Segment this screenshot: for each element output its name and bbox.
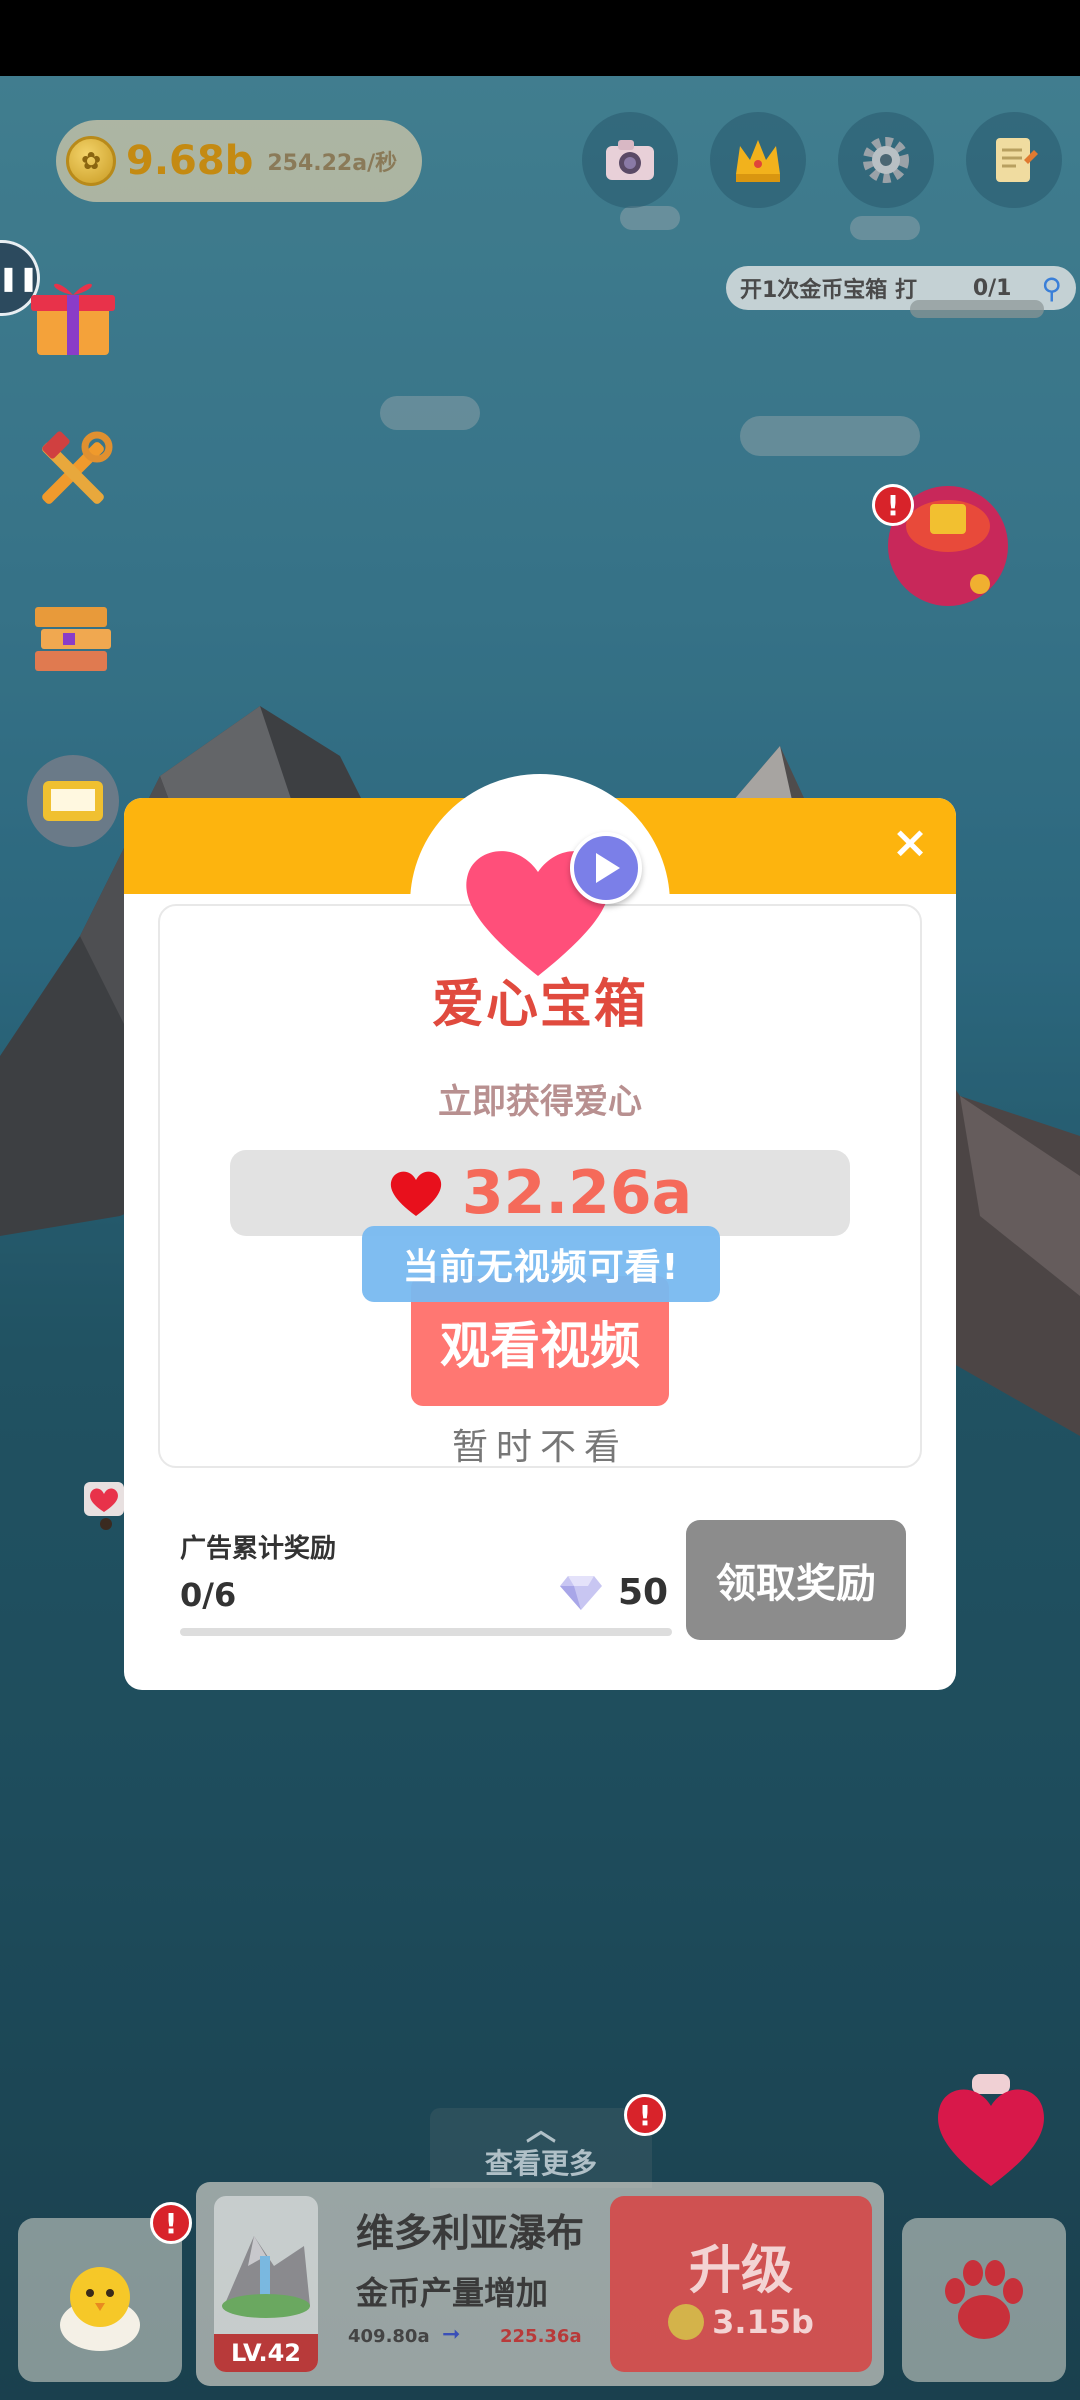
claim-reward-button[interactable]: 领取奖励: [686, 1520, 906, 1640]
production-next: 225.36a: [500, 2326, 582, 2347]
heart-chest-dialog: × 爱心宝箱 立即获得爱心 32.26a 观看视频 当前无视频可看! 暂时不看 …: [124, 774, 956, 1690]
building-name: 维多利亚瀑布: [356, 2211, 585, 2255]
heart-potion-icon[interactable]: [928, 2070, 1054, 2190]
see-more-label: 查看更多: [484, 2147, 597, 2180]
accumulated-count: 0/6: [180, 1576, 237, 1614]
dialog-subtitle: 立即获得爱心: [438, 1082, 642, 1122]
play-icon: [596, 853, 620, 883]
coin-amount: 9.68b: [126, 138, 254, 184]
accumulated-reward-label: 广告累计奖励: [180, 1534, 337, 1564]
chick-icon: [60, 2267, 140, 2351]
paw-button[interactable]: [902, 2218, 1066, 2382]
production-label: 金币产量增加: [356, 2274, 549, 2312]
building-image: [222, 2236, 310, 2318]
books-icon: [35, 607, 111, 671]
ranking-button[interactable]: [710, 112, 806, 208]
arrow-right-icon: ➞: [442, 2322, 461, 2347]
reward-value: 32.26a: [461, 1158, 693, 1228]
accumulated-progress-bar: [180, 1628, 672, 1636]
upgrade-cost: 3.15b: [668, 2303, 814, 2341]
notepad-icon: [996, 138, 1038, 182]
chick-alert-badge: !: [150, 2202, 192, 2244]
task-progress-bar: [910, 300, 1044, 318]
chevron-up-icon: ︿: [526, 2113, 556, 2148]
paw-coin-icon: ✿: [66, 136, 116, 186]
gear-icon: [863, 137, 909, 183]
tools-icon: [42, 431, 113, 504]
production-current: 409.80a: [348, 2326, 430, 2347]
upgrade-label: 升级: [688, 2240, 793, 2301]
coin-rate: 254.22a/秒: [267, 151, 398, 176]
coin-balance-pill: ✿ 9.68b 254.22a/秒: [56, 120, 422, 202]
chick-egg-button[interactable]: [18, 2218, 182, 2382]
see-more-button[interactable]: ︿ 查看更多: [430, 2108, 652, 2188]
no-video-toast: 当前无视频可看!: [362, 1226, 720, 1302]
red-heart-icon: [390, 1171, 442, 1216]
diamond-icon: [560, 1576, 602, 1610]
building-upgrade-panel: LV.42 维多利亚瀑布 金币产量增加 409.80a ➞ 225.36a 升级…: [196, 2182, 884, 2386]
crown-icon: [736, 140, 780, 182]
reward-amount-box: 32.26a: [230, 1150, 850, 1236]
chest-alert-badge: !: [872, 484, 914, 526]
gift-button[interactable]: [18, 260, 128, 370]
accumulated-reward-value: 50: [618, 1572, 669, 1613]
small-heart-marker-icon: [84, 1482, 124, 1530]
see-more-alert-badge: !: [624, 2094, 666, 2136]
dialog-title: 爱心宝箱: [431, 975, 648, 1035]
gift-icon: [31, 283, 115, 355]
tools-button[interactable]: [18, 418, 128, 528]
slot-machine-button[interactable]: [18, 746, 128, 856]
paw-coin-icon: [668, 2303, 705, 2340]
play-video-badge: [570, 832, 642, 904]
camera-button[interactable]: [582, 112, 678, 208]
task-count: 0/1: [972, 275, 1012, 301]
building-thumbnail[interactable]: LV.42: [214, 2196, 318, 2372]
level-tag: LV.42: [214, 2334, 318, 2372]
settings-button[interactable]: [838, 112, 934, 208]
close-icon[interactable]: ×: [886, 817, 934, 868]
search-icon[interactable]: ⚲: [1041, 272, 1062, 305]
slot-machine-icon: [27, 755, 119, 847]
notes-button[interactable]: [966, 112, 1062, 208]
camera-icon: [606, 140, 654, 180]
books-button[interactable]: [18, 584, 128, 694]
upgrade-button[interactable]: 升级 3.15b: [610, 2196, 872, 2372]
paw-icon: [945, 2260, 1023, 2339]
skip-button[interactable]: 暂时不看: [124, 1418, 956, 1470]
